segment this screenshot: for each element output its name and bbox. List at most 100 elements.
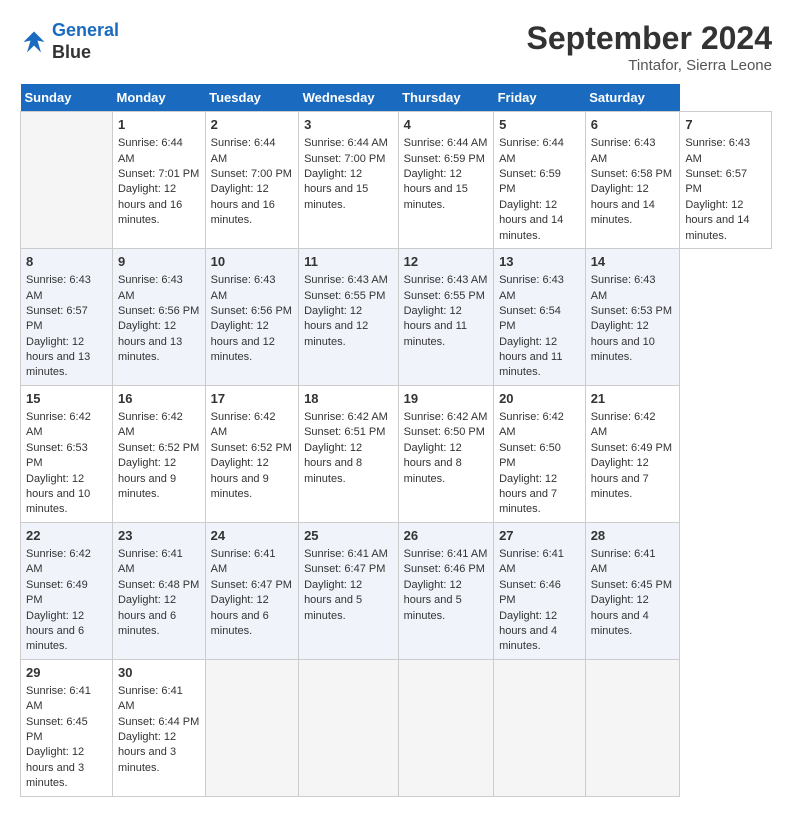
day-number: 30 bbox=[118, 664, 200, 682]
sunrise: Sunrise: 6:43 AM bbox=[591, 274, 656, 301]
sunset: Sunset: 6:44 PM bbox=[118, 716, 199, 728]
daylight: Daylight: 12 hours and 16 minutes. bbox=[211, 183, 275, 226]
sunrise: Sunrise: 6:42 AM bbox=[118, 411, 183, 438]
week-row-3: 15 Sunrise: 6:42 AM Sunset: 6:53 PM Dayligh… bbox=[21, 385, 772, 522]
calendar-cell: 15Sunrise: 6:42 AMSunset: 6:53 PMDayligh… bbox=[21, 385, 113, 522]
day-number: 11 bbox=[304, 253, 393, 271]
sunset: Sunset: 6:52 PM bbox=[211, 442, 292, 454]
calendar-cell: 22Sunrise: 6:42 AMSunset: 6:49 PMDayligh… bbox=[21, 522, 113, 659]
day-number: 18 bbox=[304, 390, 393, 408]
sunset: Sunset: 6:54 PM bbox=[499, 305, 561, 332]
logo-text: GeneralBlue bbox=[52, 20, 119, 63]
header-row: SundayMondayTuesdayWednesdayThursdayFrid… bbox=[21, 84, 772, 112]
sunset: Sunset: 6:46 PM bbox=[404, 563, 485, 575]
calendar-cell: 19Sunrise: 6:42 AMSunset: 6:50 PMDayligh… bbox=[398, 385, 493, 522]
sunset: Sunset: 6:53 PM bbox=[26, 442, 88, 469]
title-block: September 2024 Tintafor, Sierra Leone bbox=[527, 20, 772, 74]
sunset: Sunset: 6:57 PM bbox=[685, 168, 747, 195]
month-title: September 2024 bbox=[527, 20, 772, 57]
daylight: Daylight: 12 hours and 7 minutes. bbox=[499, 473, 557, 516]
day-number: 20 bbox=[499, 390, 580, 408]
sunset: Sunset: 6:50 PM bbox=[499, 442, 561, 469]
sunrise: Sunrise: 6:42 AM bbox=[591, 411, 656, 438]
daylight: Daylight: 12 hours and 3 minutes. bbox=[118, 731, 176, 774]
sunrise: Sunrise: 6:42 AM bbox=[499, 411, 564, 438]
day-number: 6 bbox=[591, 116, 675, 134]
sunset: Sunset: 6:49 PM bbox=[591, 442, 672, 454]
sunset: Sunset: 6:53 PM bbox=[591, 305, 672, 317]
calendar-cell: 8Sunrise: 6:43 AMSunset: 6:57 PMDaylight… bbox=[21, 248, 113, 385]
day-number: 3 bbox=[304, 116, 393, 134]
sunset: Sunset: 6:55 PM bbox=[404, 290, 485, 302]
sunset: Sunset: 6:47 PM bbox=[304, 563, 385, 575]
daylight: Daylight: 12 hours and 15 minutes. bbox=[404, 168, 468, 211]
col-header-saturday: Saturday bbox=[585, 84, 680, 112]
daylight: Daylight: 12 hours and 5 minutes. bbox=[304, 579, 362, 622]
day-number: 14 bbox=[591, 253, 675, 271]
sunset: Sunset: 6:48 PM bbox=[118, 579, 199, 591]
sunset: Sunset: 6:51 PM bbox=[304, 426, 385, 438]
daylight: Daylight: 12 hours and 11 minutes. bbox=[499, 336, 562, 379]
calendar-cell: 4Sunrise: 6:44 AMSunset: 6:59 PMDaylight… bbox=[398, 112, 493, 249]
daylight: Daylight: 12 hours and 13 minutes. bbox=[118, 320, 182, 363]
sunrise: Sunrise: 6:43 AM bbox=[211, 274, 276, 301]
sunrise: Sunrise: 6:44 AM bbox=[304, 137, 388, 149]
calendar-cell bbox=[21, 112, 113, 249]
sunset: Sunset: 6:50 PM bbox=[404, 426, 485, 438]
sunrise: Sunrise: 6:41 AM bbox=[304, 548, 388, 560]
week-row-2: 8Sunrise: 6:43 AMSunset: 6:57 PMDaylight… bbox=[21, 248, 772, 385]
sunset: Sunset: 6:56 PM bbox=[118, 305, 199, 317]
calendar-cell: 9Sunrise: 6:43 AMSunset: 6:56 PMDaylight… bbox=[112, 248, 205, 385]
daylight: Daylight: 12 hours and 16 minutes. bbox=[118, 183, 182, 226]
calendar-cell bbox=[398, 659, 493, 796]
sunrise: Sunrise: 6:43 AM bbox=[499, 274, 564, 301]
sunrise: Sunrise: 6:42 AM bbox=[404, 411, 488, 423]
col-header-friday: Friday bbox=[494, 84, 586, 112]
week-row-5: 29Sunrise: 6:41 AMSunset: 6:45 PMDayligh… bbox=[21, 659, 772, 796]
calendar-cell: 27Sunrise: 6:41 AMSunset: 6:46 PMDayligh… bbox=[494, 522, 586, 659]
calendar-cell bbox=[585, 659, 680, 796]
calendar-cell bbox=[205, 659, 298, 796]
sunrise: Sunrise: 6:44 AM bbox=[211, 137, 276, 164]
sunrise: Sunrise: 6:44 AM bbox=[118, 137, 183, 164]
day-number: 29 bbox=[26, 664, 107, 682]
calendar-cell: 1Sunrise: 6:44 AMSunset: 7:01 PMDaylight… bbox=[112, 112, 205, 249]
sunrise: Sunrise: 6:43 AM bbox=[304, 274, 388, 286]
sunrise: Sunrise: 6:42 AM bbox=[26, 411, 91, 438]
day-number: 28 bbox=[591, 527, 675, 545]
day-number: 7 bbox=[685, 116, 766, 134]
sunrise: Sunrise: 6:41 AM bbox=[591, 548, 656, 575]
day-number: 9 bbox=[118, 253, 200, 271]
sunset: Sunset: 6:58 PM bbox=[591, 168, 672, 180]
calendar-cell: 2Sunrise: 6:44 AMSunset: 7:00 PMDaylight… bbox=[205, 112, 298, 249]
day-number: 26 bbox=[404, 527, 488, 545]
calendar-cell: 24Sunrise: 6:41 AMSunset: 6:47 PMDayligh… bbox=[205, 522, 298, 659]
day-number: 23 bbox=[118, 527, 200, 545]
sunrise: Sunrise: 6:44 AM bbox=[499, 137, 564, 164]
location: Tintafor, Sierra Leone bbox=[527, 57, 772, 74]
daylight: Daylight: 12 hours and 14 minutes. bbox=[591, 183, 655, 226]
sunrise: Sunrise: 6:43 AM bbox=[404, 274, 488, 286]
sunrise: Sunrise: 6:41 AM bbox=[404, 548, 488, 560]
calendar-cell: 3Sunrise: 6:44 AMSunset: 7:00 PMDaylight… bbox=[299, 112, 399, 249]
daylight: Daylight: 12 hours and 8 minutes. bbox=[304, 442, 362, 485]
daylight: Daylight: 12 hours and 10 minutes. bbox=[591, 320, 655, 363]
sunrise: Sunrise: 6:43 AM bbox=[685, 137, 750, 164]
day-number: 12 bbox=[404, 253, 488, 271]
sunset: Sunset: 7:00 PM bbox=[211, 168, 292, 180]
sunset: Sunset: 6:45 PM bbox=[26, 716, 88, 743]
daylight: Daylight: 12 hours and 9 minutes. bbox=[118, 457, 176, 500]
calendar-cell bbox=[494, 659, 586, 796]
calendar-cell: 5Sunrise: 6:44 AMSunset: 6:59 PMDaylight… bbox=[494, 112, 586, 249]
sunrise: Sunrise: 6:42 AM bbox=[26, 548, 91, 575]
calendar-cell bbox=[299, 659, 399, 796]
logo-icon bbox=[20, 28, 48, 56]
col-header-thursday: Thursday bbox=[398, 84, 493, 112]
calendar-cell: 14 Sunrise: 6:43 AM Sunset: 6:53 PM Dayligh… bbox=[585, 248, 680, 385]
day-number: 15 bbox=[26, 390, 107, 408]
calendar-table: SundayMondayTuesdayWednesdayThursdayFrid… bbox=[20, 84, 772, 797]
daylight: Daylight: 12 hours and 8 minutes. bbox=[404, 442, 462, 485]
week-row-1: 1Sunrise: 6:44 AMSunset: 7:01 PMDaylight… bbox=[21, 112, 772, 249]
sunset: Sunset: 6:55 PM bbox=[304, 290, 385, 302]
logo: GeneralBlue bbox=[20, 20, 119, 63]
